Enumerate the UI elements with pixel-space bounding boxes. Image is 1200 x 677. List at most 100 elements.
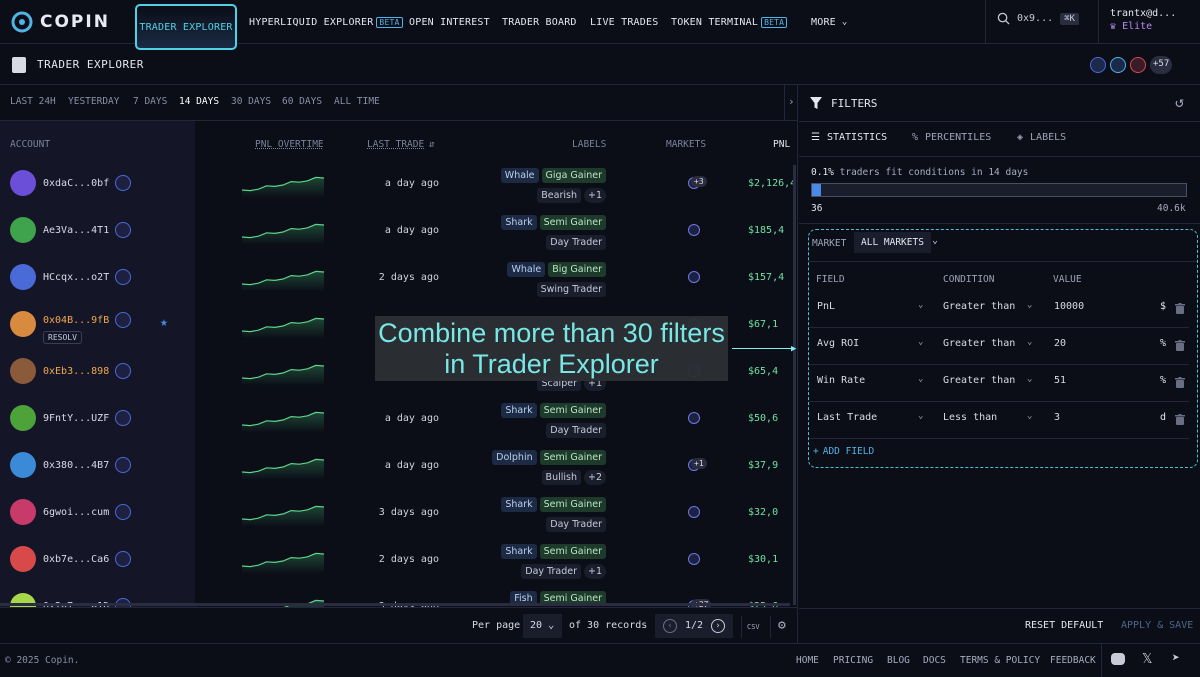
account-address[interactable]: 0xEb3...898 <box>43 366 109 377</box>
prev-page-icon[interactable]: ‹ <box>663 619 677 633</box>
sort-icon[interactable]: ⇵ <box>429 139 435 150</box>
avatar <box>10 452 36 478</box>
star-icon[interactable]: ★ <box>160 315 168 330</box>
tab-statistics[interactable]: ☰ STATISTICS <box>811 132 887 143</box>
chevron-down-icon[interactable]: ⌄ <box>1027 337 1032 347</box>
table-row[interactable]: Ae3Va...4T1 a day ago Shark Semi Gainer Day … <box>0 207 797 254</box>
x-twitter-icon[interactable]: 𝕏 <box>1142 652 1152 667</box>
table-row[interactable]: 0x380...4B7 a day ago Dolphin Semi Gainer Bu… <box>0 442 797 489</box>
field-select[interactable]: Avg ROI <box>817 338 859 349</box>
nav-hyperliquid-explorer[interactable]: HYPERLIQUID EXPLORER BETA <box>249 0 403 44</box>
table-row[interactable]: HCcqx...o2T 2 days ago Whale Big Gainer Swin… <box>0 254 797 301</box>
timeframe-all[interactable]: ALL TIME <box>334 96 380 107</box>
add-field-button[interactable]: + ADD FIELD <box>813 446 874 457</box>
pnl-value: $67,1 <box>748 319 779 330</box>
footer-pricing[interactable]: PRICING <box>833 655 873 666</box>
horizontal-scrollbar[interactable] <box>0 603 790 606</box>
table-row[interactable]: 0xdaC...0bf a day ago Whale Giga Gainer Bear… <box>0 160 797 207</box>
sublabel-group: Bullish +2 <box>541 470 606 485</box>
value-input[interactable]: 51 <box>1054 375 1066 386</box>
trash-icon[interactable] <box>1175 303 1185 314</box>
protocol-icon <box>115 312 131 328</box>
telegram-icon[interactable]: ➤ <box>1172 651 1180 666</box>
tab-label: STATISTICS <box>826 132 888 143</box>
timeframe-24h[interactable]: LAST 24H <box>10 96 56 107</box>
market-token-icon <box>688 506 700 518</box>
market-select[interactable]: ALL MARKETS <box>854 232 931 253</box>
trash-icon[interactable] <box>1175 340 1185 351</box>
table-row[interactable]: 9FntY...UZF a day ago Shark Semi Gainer Day … <box>0 395 797 442</box>
condition-select[interactable]: Greater than <box>943 338 1015 349</box>
footer-feedback[interactable]: FEEDBACK <box>1050 655 1096 666</box>
trash-icon[interactable] <box>1175 377 1185 388</box>
search-box[interactable]: 0x9... ⌘K <box>997 12 1079 25</box>
field-select[interactable]: PnL <box>817 301 835 312</box>
footer-blog[interactable]: BLOG <box>887 655 910 666</box>
field-select[interactable]: Last Trade <box>817 412 877 423</box>
chevron-down-icon[interactable]: ⌄ <box>918 411 923 421</box>
nav-trader-explorer[interactable]: TRADER EXPLORER <box>135 4 237 50</box>
avatar <box>10 217 36 243</box>
timeframe-yesterday[interactable]: YESTERDAY <box>68 96 119 107</box>
footer-terms[interactable]: TERMS & POLICY <box>960 655 1040 666</box>
trader-label: Semi Gainer <box>539 497 606 512</box>
reset-default-button[interactable]: RESET DEFAULT <box>1025 620 1103 631</box>
chevron-down-icon[interactable]: ⌄ <box>918 374 923 384</box>
table-row[interactable]: 0xb7e...Ca6 2 days ago Shark Semi Gainer Day… <box>0 536 797 583</box>
account-address[interactable]: 0xdaC...0bf <box>43 178 109 189</box>
fit-bar <box>811 183 1187 197</box>
condition-select[interactable]: Greater than <box>943 301 1015 312</box>
condition-select[interactable]: Less than <box>943 412 997 423</box>
chevron-down-icon[interactable]: ⌄ <box>918 337 923 347</box>
account-address[interactable]: 6gwoi...cum <box>43 507 109 518</box>
value-input[interactable]: 20 <box>1054 338 1066 349</box>
account-address[interactable]: 0x380...4B7 <box>43 460 109 471</box>
chevron-down-icon[interactable]: ⌄ <box>1027 374 1032 384</box>
account-address[interactable]: 0xb7e...Ca6 <box>43 554 109 565</box>
settings-gear-icon[interactable]: ⚙ <box>770 616 794 638</box>
nav-label: TOKEN TERMINAL <box>671 16 759 28</box>
footer-home[interactable]: HOME <box>796 655 819 666</box>
chevron-down-icon[interactable]: ⌄ <box>1027 300 1032 310</box>
per-page-select[interactable]: 20 ⌄ <box>523 614 562 638</box>
nav-more[interactable]: MORE ⌄ <box>811 0 848 44</box>
nav-live-trades[interactable]: LIVE TRADES <box>590 0 658 44</box>
nav-trader-board[interactable]: TRADER BOARD <box>502 0 577 44</box>
collapse-chevron-icon[interactable]: › <box>784 85 797 121</box>
tab-labels[interactable]: ◈ LABELS <box>1017 132 1066 143</box>
next-page-icon[interactable]: › <box>711 619 725 633</box>
footer-docs[interactable]: DOCS <box>923 655 946 666</box>
condition-select[interactable]: Greater than <box>943 375 1015 386</box>
chevron-down-icon[interactable]: ⌄ <box>918 300 923 310</box>
value-input[interactable]: 3 <box>1054 412 1060 423</box>
nav-open-interest[interactable]: OPEN INTEREST <box>409 0 490 44</box>
field-select[interactable]: Win Rate <box>817 375 865 386</box>
account-address[interactable]: Ae3Va...4T1 <box>43 225 109 236</box>
protocol-filter[interactable]: +57 <box>1090 56 1173 74</box>
chevron-down-icon[interactable]: ⌄ <box>1027 411 1032 421</box>
user-menu[interactable]: trantx@d... ♛ Elite <box>1110 8 1176 32</box>
timeframe-60d[interactable]: 60 DAYS <box>282 96 322 107</box>
chevron-down-icon[interactable]: ⌄ <box>932 235 938 246</box>
account-address[interactable]: 9FntY...UZF <box>43 413 109 424</box>
col-last-trade[interactable]: LAST TRADE <box>367 139 424 150</box>
account-address[interactable]: 0x04B...9fB <box>43 315 109 326</box>
nav-token-terminal[interactable]: TOKEN TERMINAL BETA <box>671 0 788 44</box>
logo[interactable]: COPIN <box>10 10 110 34</box>
search-text: 0x9... <box>1017 13 1054 24</box>
value-unit: % <box>1160 375 1167 386</box>
timeframe-30d[interactable]: 30 DAYS <box>231 96 271 107</box>
csv-download-icon[interactable]: CSV <box>741 616 765 638</box>
value-input[interactable]: 10000 <box>1054 301 1084 312</box>
account-address[interactable]: HCcqx...o2T <box>43 272 109 283</box>
tab-percentiles[interactable]: % PERCENTILES <box>912 132 991 143</box>
timeframe-7d[interactable]: 7 DAYS <box>133 96 167 107</box>
discord-icon[interactable] <box>1111 653 1125 665</box>
apply-save-button[interactable]: APPLY & SAVE <box>1121 620 1193 631</box>
vertical-scrollbar[interactable] <box>793 165 796 605</box>
trash-icon[interactable] <box>1175 414 1185 425</box>
history-icon[interactable]: ↺ <box>1175 93 1184 111</box>
table-row[interactable]: 6gwoi...cum 3 days ago Shark Semi Gainer Day… <box>0 489 797 536</box>
col-pnl[interactable]: PNL <box>773 139 790 150</box>
timeframe-14d[interactable]: 14 DAYS <box>179 96 219 107</box>
